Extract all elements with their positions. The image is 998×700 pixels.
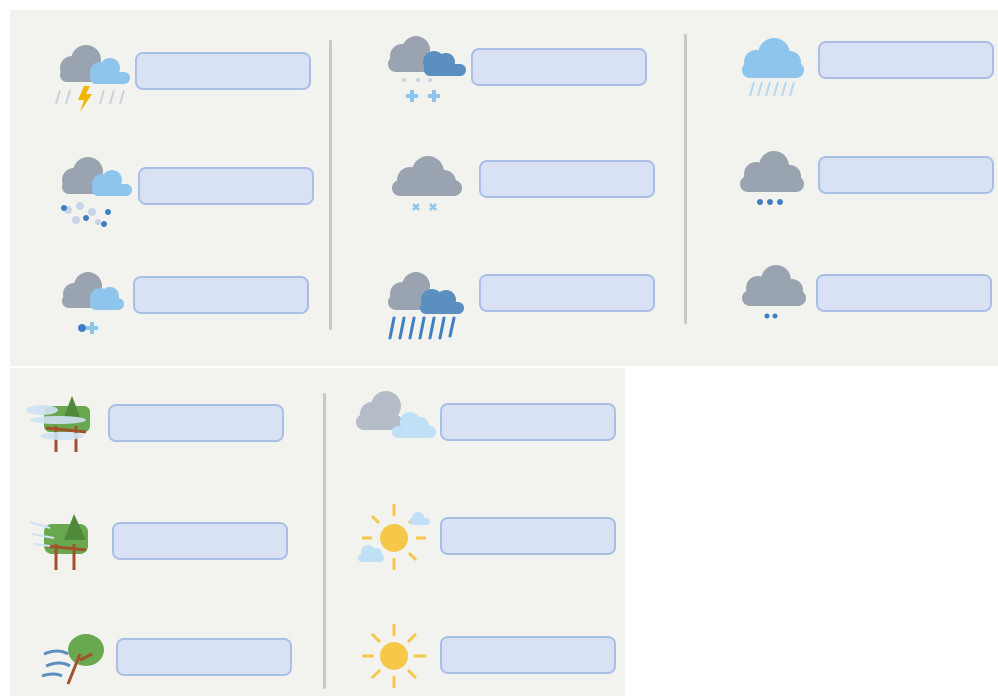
answer-field[interactable] [479,274,655,312]
thunderstorm-icon [48,38,132,114]
drizzle-icon [52,266,136,342]
light-rain-icon [734,146,818,222]
answer-field[interactable] [108,404,284,442]
answer-field[interactable] [138,167,314,205]
cloudy-icon [352,388,436,464]
answer-field[interactable] [135,52,311,90]
column-divider [323,393,326,689]
answer-field[interactable] [116,638,292,676]
fog-icon [22,392,106,468]
breeze-icon [24,508,108,584]
sunny-icon [352,618,436,694]
answer-field[interactable] [479,160,655,198]
answer-field[interactable] [440,403,616,441]
answer-field[interactable] [816,274,992,312]
answer-field[interactable] [440,517,616,555]
showers-icon [382,270,466,346]
answer-field[interactable] [440,636,616,674]
rain-and-snow-icon [384,32,468,108]
answer-field[interactable] [133,276,309,314]
column-divider [329,40,332,330]
light-drizzle-icon [736,260,820,336]
snow-icon [386,150,470,226]
heavy-rain-icon [734,32,818,108]
sleet-icon [50,154,134,230]
answer-field[interactable] [818,41,994,79]
column-divider [684,34,687,324]
answer-field[interactable] [471,48,647,86]
answer-field[interactable] [818,156,994,194]
answer-field[interactable] [112,522,288,560]
partly-sunny-icon [352,500,436,576]
wind-icon [36,624,120,700]
